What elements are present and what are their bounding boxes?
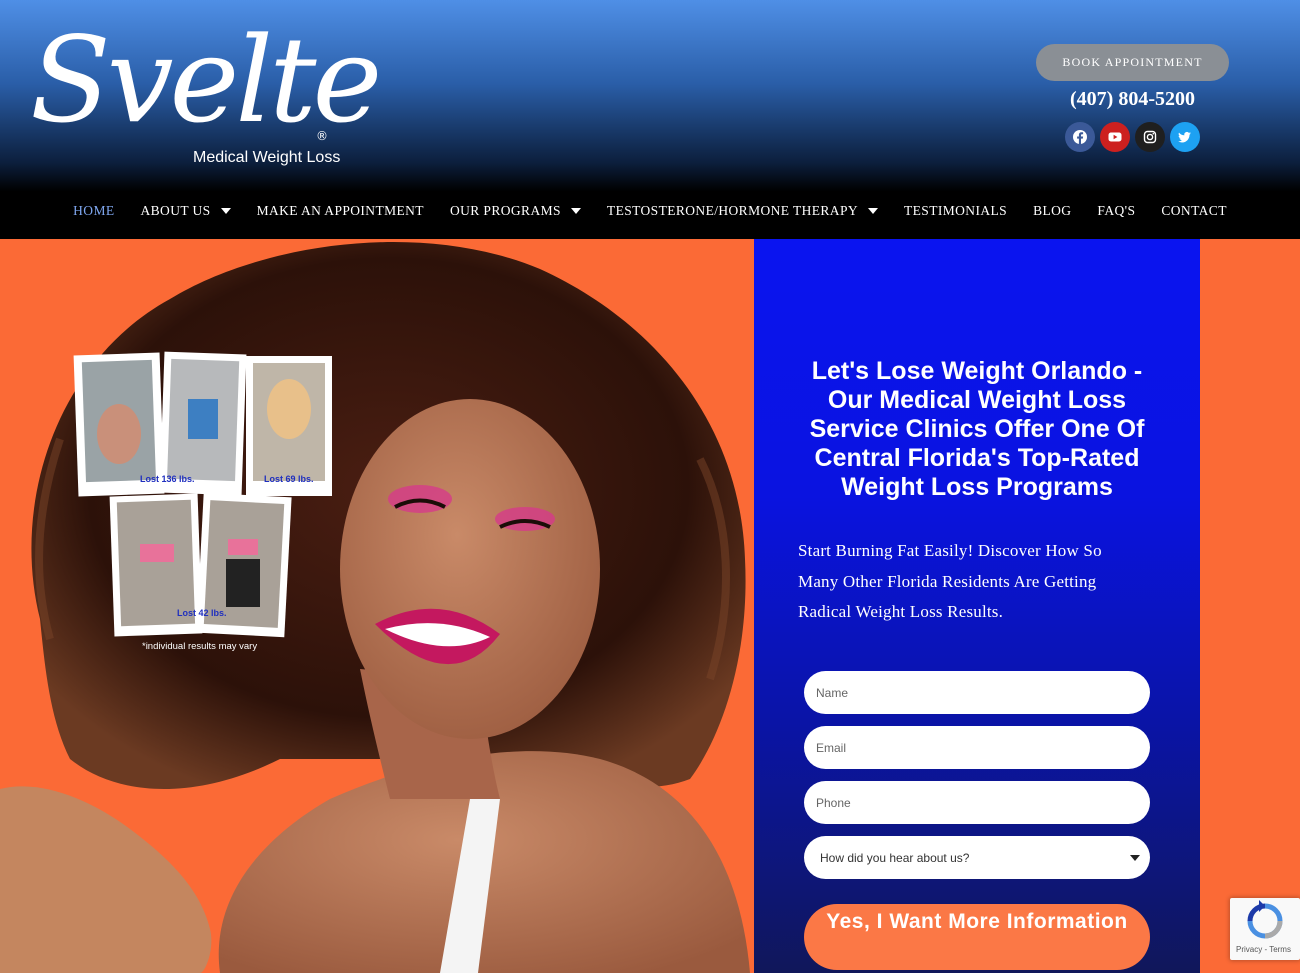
nav-home[interactable]: HOME [60, 203, 127, 219]
nav-about-us[interactable]: ABOUT US [128, 203, 244, 219]
site-logo[interactable]: Svelte ® Medical Weight Loss [30, 5, 382, 175]
submit-button[interactable]: Yes, I Want More Information [804, 904, 1150, 970]
nav-faqs[interactable]: FAQ'S [1084, 203, 1148, 219]
nav-label: MAKE AN APPOINTMENT [256, 203, 424, 218]
name-field[interactable] [804, 671, 1150, 714]
registered-mark: ® [316, 129, 328, 143]
referral-source-select[interactable]: How did you hear about us? [804, 836, 1150, 879]
form-intro: Start Burning Fat Easily! Discover How S… [798, 541, 1102, 621]
nav-label: OUR PROGRAMS [449, 203, 561, 218]
select-value: How did you hear about us? [820, 850, 970, 865]
hero-image: Lost 136 lbs. Lost 69 lbs. Lost 42 lbs. … [0, 242, 750, 973]
nav-label: HOME [73, 203, 115, 218]
results-disclaimer: *individual results may vary [142, 641, 257, 652]
recaptcha-links[interactable]: Privacy - Terms [1236, 945, 1291, 954]
nav-our-programs[interactable]: OUR PROGRAMS [437, 203, 594, 219]
caret-down-icon [868, 208, 879, 214]
main-nav: HOME ABOUT US MAKE AN APPOINTMENT OUR PR… [0, 193, 1300, 229]
recaptcha-badge[interactable]: Privacy - Terms [1230, 898, 1300, 960]
caret-down-icon [570, 208, 581, 214]
form-title: Let's Lose Weight Orlando -Our Medical W… [809, 357, 1145, 501]
site-header: Svelte ® Medical Weight Loss BOOK APPOIN… [0, 0, 1300, 239]
book-appointment-button[interactable]: BOOK APPOINTMENT [1036, 44, 1229, 81]
recaptcha-icon [1247, 900, 1283, 939]
chevron-down-icon [1130, 854, 1140, 861]
social-links [1065, 122, 1200, 152]
nav-contact[interactable]: CONTACT [1148, 203, 1239, 219]
nav-label: TESTIMONIALS [904, 203, 1008, 218]
nav-testimonials[interactable]: TESTIMONIALS [891, 203, 1020, 219]
instagram-icon[interactable] [1135, 122, 1165, 152]
youtube-icon[interactable] [1100, 122, 1130, 152]
nav-make-appointment[interactable]: MAKE AN APPOINTMENT [244, 203, 437, 219]
photo-caption-2: Lost 69 lbs. [264, 474, 314, 484]
photo-caption-3: Lost 42 lbs. [177, 608, 227, 618]
email-field[interactable] [804, 726, 1150, 769]
facebook-icon[interactable] [1065, 122, 1095, 152]
photo-caption-1: Lost 136 lbs. [140, 474, 195, 484]
logo-subtitle: Medical Weight Loss [193, 149, 341, 166]
nav-label: TESTOSTERONE/HORMONE THERAPY [606, 203, 859, 218]
nav-label: CONTACT [1161, 203, 1227, 218]
twitter-icon[interactable] [1170, 122, 1200, 152]
nav-label: BLOG [1033, 203, 1072, 218]
nav-label: FAQ'S [1097, 203, 1136, 218]
nav-testosterone-therapy[interactable]: TESTOSTERONE/HORMONE THERAPY [594, 203, 891, 219]
caret-down-icon [220, 208, 231, 214]
nav-label: ABOUT US [140, 203, 211, 218]
lead-form-panel: Let's Lose Weight Orlando -Our Medical W… [754, 239, 1200, 973]
nav-blog[interactable]: BLOG [1020, 203, 1084, 219]
phone-number[interactable]: (407) 804-5200 [1036, 88, 1229, 111]
phone-field[interactable] [804, 781, 1150, 824]
